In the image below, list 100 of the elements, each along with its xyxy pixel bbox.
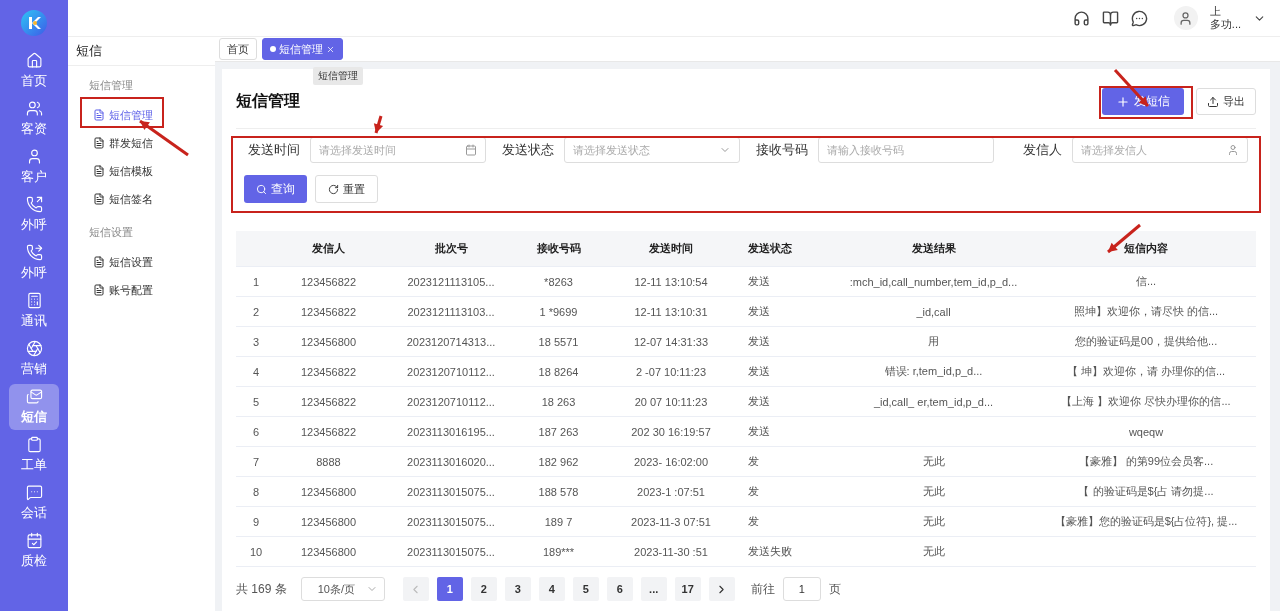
table-cell-text: 8 [251, 485, 261, 498]
goto-label: 前往 [750, 580, 775, 598]
table-cell-text: 123456800 [299, 545, 358, 558]
table-cell-text: 发 [747, 514, 760, 529]
table-cell-text: 2023120714313... [405, 335, 497, 348]
rail-item[interactable]: 质检 [9, 528, 59, 574]
table-cell-text: 【 的验证码是${占 请勿提... [1077, 484, 1215, 499]
search-button[interactable]: 查询 [244, 175, 307, 203]
reset-button[interactable]: 重置 [315, 175, 378, 203]
filter-label: 发信人 [1023, 141, 1062, 159]
submenu-item[interactable]: 账号配置 [68, 276, 215, 304]
select-field[interactable]: 请选择发信人 [1072, 137, 1248, 163]
table-cell-text: 信... [1134, 274, 1158, 289]
table-cell-text: 8888 [315, 455, 342, 468]
date-field[interactable]: 请选择发送时间 [310, 137, 486, 163]
rail-item[interactable]: 首页 [9, 48, 59, 94]
table-cell-text: 18 5571 [537, 335, 580, 348]
table-cell-text: 发送 [747, 274, 771, 289]
table-cell-text: 10 [248, 545, 264, 558]
column-header: 接收号码 [535, 241, 582, 256]
table-cell-text: 2023113015075... [406, 515, 496, 528]
rail-item[interactable]: 客户 [9, 144, 59, 190]
table-cell-text: 发送 [747, 304, 771, 319]
column-header: 发送状态 [747, 241, 793, 256]
table-cell-text: 18 8264 [537, 365, 580, 378]
submenu-item[interactable]: 短信签名 [68, 185, 215, 213]
goto-field[interactable]: 1 [782, 577, 821, 601]
table-cell-text: 12-11 13:10:31 [633, 305, 709, 318]
page-button[interactable]: 17 [674, 577, 701, 601]
table-cell-text: *8263 [543, 275, 574, 288]
page-button[interactable]: 4 [538, 577, 565, 601]
table-cell-text: 2023120710112... [406, 365, 496, 378]
tab[interactable]: 短信管理 [262, 38, 343, 60]
page-size-select[interactable]: 10条/页 [300, 577, 385, 601]
table-cell-text: 182 962 [537, 455, 580, 468]
table-cell-text: 2 -07 10:11:23 [634, 365, 708, 378]
table-cell-text: 发 [747, 454, 760, 469]
page-title: 短信管理 [236, 91, 300, 111]
table-cell-text: 【上海 】欢迎你 尽快办理你的信... [1060, 394, 1232, 409]
table-cell-text: 123456822 [299, 275, 358, 288]
table-cell-text: 发送 [747, 424, 771, 439]
table-cell-text: 2023-1 :07:51 [636, 485, 706, 498]
table-cell-text: 123456822 [299, 425, 358, 438]
table-cell-text: 用 [927, 334, 940, 349]
table-cell-text: 123456800 [299, 335, 358, 348]
page-button[interactable]: 3 [504, 577, 531, 601]
table-cell-text: 无此 [921, 544, 946, 559]
rail-item[interactable]: 外呼 [9, 192, 59, 238]
table-cell-text: 错误: r,tem_id,p_d... [883, 364, 984, 379]
table-cell-text: 1 *9699 [538, 305, 579, 318]
tab[interactable]: 首页 [219, 38, 257, 60]
column-header: 发送结果 [910, 241, 957, 256]
table-cell-text: 照坤】欢迎你，请尽快 的信... [1072, 304, 1220, 319]
submenu-group-label: 短信管理 [88, 78, 134, 93]
filter-label: 发送时间 [248, 141, 300, 159]
table-cell-text: 123456822 [299, 305, 358, 318]
table-cell-text: 187 263 [537, 425, 580, 438]
page-button[interactable]: 2 [470, 577, 497, 601]
table-cell-text: wqeqw [1127, 425, 1165, 438]
input-field[interactable]: 请输入接收号码 [818, 137, 994, 163]
table-cell-text: 189 7 [543, 515, 574, 528]
rail-item[interactable]: 营销 [9, 336, 59, 382]
submenu-item[interactable]: 短信模板 [68, 157, 215, 185]
table-cell-text: 2023-11-30 :51 [633, 545, 709, 558]
select-field[interactable]: 请选择发送状态 [564, 137, 740, 163]
table-cell-text: 202 30 16:19:57 [630, 425, 712, 438]
table-cell-text: 7 [251, 455, 261, 468]
table-cell-text: 【豪雅】 的第99位会员客... [1077, 454, 1215, 469]
table-cell-text: 6 [251, 425, 261, 438]
table-cell-text: 2023121113105... [406, 275, 496, 288]
table-cell-text: 2023113015075... [406, 485, 496, 498]
table-cell-text: 3 [251, 335, 261, 348]
table-cell-text: 2023113016020... [406, 455, 496, 468]
filter-label: 发送状态 [502, 141, 554, 159]
page-button[interactable]: 6 [606, 577, 633, 601]
rail-item[interactable]: 客资 [9, 96, 59, 142]
page-button[interactable]: ... [640, 577, 667, 601]
table-cell-text: 188 578 [537, 485, 580, 498]
submenu-item[interactable]: 短信管理 [68, 101, 215, 129]
rail-item[interactable]: 短信 [9, 384, 59, 430]
table-cell-text: 123456822 [299, 365, 358, 378]
rail-item[interactable]: 通讯 [9, 288, 59, 334]
submenu-item[interactable]: 群发短信 [68, 129, 215, 157]
table-cell-text: 2023113016195... [406, 425, 496, 438]
table-cell-text: 【 坤】欢迎你，请 办理你的信... [1065, 364, 1227, 379]
column-header: 发信人 [311, 241, 346, 256]
table-cell-text: 5 [251, 395, 261, 408]
rail-item[interactable]: 外呼 [9, 240, 59, 286]
page-button[interactable]: 5 [572, 577, 599, 601]
table-cell-text: 发送 [747, 334, 771, 349]
rail-item[interactable]: 工单 [9, 432, 59, 478]
page-button[interactable]: 1 [436, 577, 463, 601]
table-cell-text: 您的验证码是00，提供给他... [1073, 334, 1219, 349]
rail-item[interactable]: 会话 [9, 480, 59, 526]
export-button[interactable]: 导出 [1196, 88, 1256, 115]
submenu-item[interactable]: 短信设置 [68, 248, 215, 276]
table-cell-text: 2023- 16:02:00 [633, 455, 709, 468]
table-cell-text: 123456800 [299, 485, 358, 498]
table-cell-text: 【豪雅】您的验证码是${占位符}, 提... [1053, 514, 1239, 529]
table-cell-text: 2023120710112... [406, 395, 496, 408]
